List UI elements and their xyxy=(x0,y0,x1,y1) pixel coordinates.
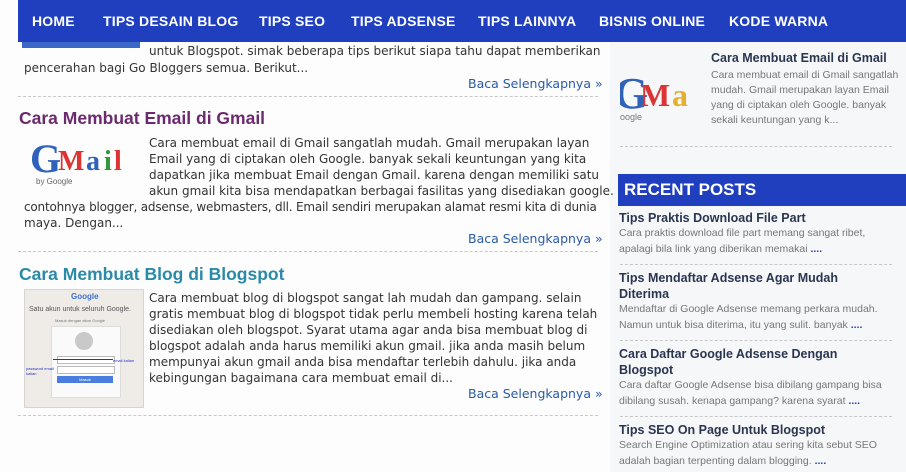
recent-post-more-link[interactable]: .... xyxy=(815,455,827,467)
thumb-password-input xyxy=(57,366,115,374)
svg-text:M: M xyxy=(58,146,84,177)
popular-post-title[interactable]: Cara Membuat Email di Gmail xyxy=(711,50,887,67)
svg-text:a: a xyxy=(86,146,100,177)
recent-post-more-link[interactable]: .... xyxy=(848,395,860,407)
post-title-gmail[interactable]: Cara Membuat Email di Gmail xyxy=(19,108,265,129)
post-excerpt-line: blogspot adalah anda harus memiliki akun… xyxy=(149,339,586,353)
popular-post-excerpt-line: sekali keuntungan yang k... xyxy=(711,114,839,126)
svg-text:oogle: oogle xyxy=(620,112,642,122)
post-excerpt-line: akun gmail kita bisa mendapatkan berbaga… xyxy=(149,184,614,198)
thumb-google-logo: Google xyxy=(71,292,99,301)
recent-post-excerpt-line: Cara praktis download file part memang s… xyxy=(619,227,866,239)
svg-text:a: a xyxy=(672,77,688,113)
thumb-subheading: Masuk dengan akun Google xyxy=(55,318,106,323)
post-excerpt-line: kebingungan bagaimana cara membuat email… xyxy=(149,371,453,385)
google-signup-screenshot[interactable]: Google Satu akun untuk seluruh Google. M… xyxy=(24,289,144,408)
sidebar-divider xyxy=(620,264,892,265)
recent-posts-header: RECENT POSTS xyxy=(618,174,906,206)
recent-post-excerpt-line: Namun untuk bisa diterima, itu yang suli… xyxy=(619,319,863,331)
read-more-link[interactable]: Baca Selengkapnya » xyxy=(468,386,603,401)
post-excerpt-line: pencerahan bagi Go Bloggers semua. Berik… xyxy=(24,61,309,75)
svg-text:by Google: by Google xyxy=(36,177,73,186)
post-excerpt-line: gratis membuat blog di blogspot tidak pe… xyxy=(149,307,598,321)
nav-tips-lainnya[interactable]: TIPS LAINNYA xyxy=(478,0,576,42)
thumb-email-input xyxy=(57,356,115,364)
recent-post-more-link[interactable]: .... xyxy=(810,243,822,255)
nav-tips-adsense[interactable]: TIPS ADSENSE xyxy=(351,0,456,42)
post-excerpt-line: Email yang di ciptakan oleh Google. bany… xyxy=(149,152,587,166)
recent-posts-header-label: RECENT POSTS xyxy=(624,180,757,199)
post-excerpt-line: contohnya blogger, adsense, webmasters, … xyxy=(24,200,597,214)
popular-post-gmail-thumb[interactable]: G M a oogle xyxy=(620,62,704,124)
svg-text:i: i xyxy=(104,146,112,177)
recent-post-title[interactable]: Tips Mendaftar Adsense Agar Mudah xyxy=(619,270,838,287)
thumb-email-label: email kalian xyxy=(113,358,135,363)
thumb-signin-button: Masuk xyxy=(57,376,113,383)
post-divider xyxy=(18,415,598,416)
post-excerpt-line: disediakan oleh blogspot. Syarat utama a… xyxy=(149,323,588,337)
thumb-password-label: password email kalian xyxy=(26,366,54,376)
post-excerpt-line: untuk Blogspot. simak beberapa tips beri… xyxy=(149,44,601,58)
post-title-blogspot[interactable]: Cara Membuat Blog di Blogspot xyxy=(19,264,284,285)
recent-post-excerpt-line: Search Engine Optimization atau sering k… xyxy=(619,439,877,451)
main-navigation: HOME TIPS DESAIN BLOG TIPS SEO TIPS ADSE… xyxy=(18,0,906,42)
recent-post-excerpt-line: apalagi bila link yang diberikan memakai… xyxy=(619,243,823,255)
thumb-heading: Satu akun untuk seluruh Google. xyxy=(29,306,131,313)
svg-text:l: l xyxy=(114,146,122,177)
gmail-logo-icon[interactable]: G M a i l by Google xyxy=(26,136,141,195)
sidebar-divider xyxy=(620,146,892,147)
nav-tips-desain-blog[interactable]: TIPS DESAIN BLOG xyxy=(103,0,238,42)
recent-post-excerpt-line: Cara daftar Google Adsense bisa dibilang… xyxy=(619,379,882,391)
recent-post-excerpt-line: Mendaftar di Google Adsense memang perka… xyxy=(619,303,878,315)
read-more-link[interactable]: Baca Selengkapnya » xyxy=(468,231,603,246)
svg-text:M: M xyxy=(640,77,670,113)
nav-bisnis-online[interactable]: BISNIS ONLINE xyxy=(599,0,705,42)
post-excerpt-line: Cara membuat blog di blogspot sangat lah… xyxy=(149,291,582,305)
svg-text:G: G xyxy=(30,138,61,181)
recent-post-excerpt-line: adalah bagian terpenting dalam blogging.… xyxy=(619,455,827,467)
nav-tips-seo[interactable]: TIPS SEO xyxy=(259,0,325,42)
nav-kode-warna[interactable]: KODE WARNA xyxy=(729,0,828,42)
post-excerpt-line: dapatkan jika membuat Email dengan Gmail… xyxy=(149,168,600,182)
post-divider xyxy=(18,251,598,252)
sidebar-divider xyxy=(620,416,892,417)
recent-post-title[interactable]: Cara Daftar Google Adsense Dengan xyxy=(619,346,837,363)
post-excerpt-line: mempunyai akun gmail anda bisa mendaftar… xyxy=(149,355,577,369)
thumb-arrow xyxy=(53,359,113,360)
recent-post-more-link[interactable]: .... xyxy=(851,319,863,331)
read-more-link[interactable]: Baca Selengkapnya » xyxy=(468,76,603,91)
nav-home[interactable]: HOME xyxy=(32,0,75,42)
post-excerpt-line: maya. Dengan... xyxy=(24,216,124,230)
sidebar-divider xyxy=(620,340,892,341)
avatar-icon xyxy=(75,332,93,350)
post-excerpt-line: Cara membuat email di Gmail sangatlah mu… xyxy=(149,136,590,150)
recent-post-excerpt-line: dibilang susah. kenapa gampang? karena s… xyxy=(619,395,861,407)
post-divider xyxy=(18,96,598,97)
